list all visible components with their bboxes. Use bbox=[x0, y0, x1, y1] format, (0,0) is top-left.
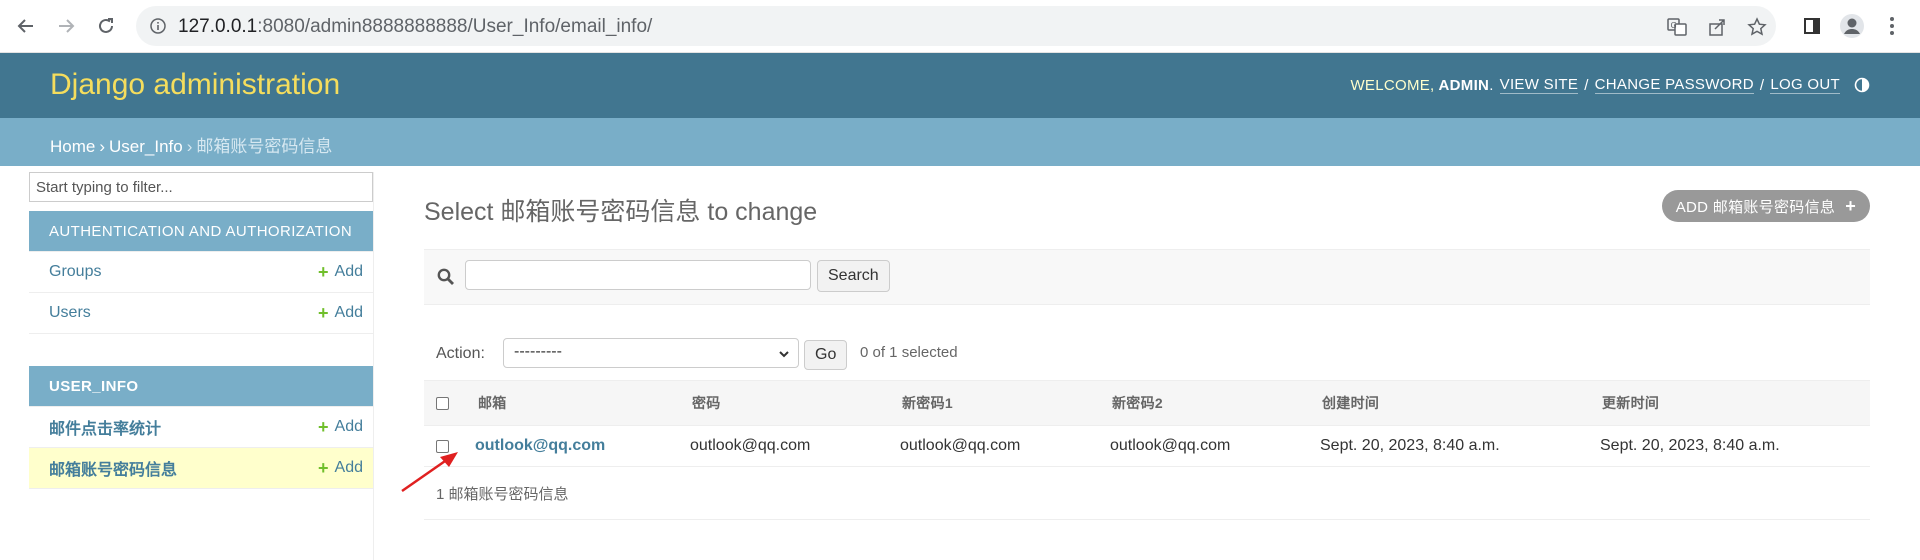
search-icon bbox=[437, 268, 454, 289]
sidebar-item-email-account-info-link[interactable]: 邮箱账号密码信息 bbox=[49, 456, 177, 480]
sidebar-item-email-click-stats: 邮件点击率统计 + Add bbox=[29, 406, 373, 447]
action-select[interactable]: --------- bbox=[503, 338, 799, 368]
paginator: 1 邮箱账号密码信息 bbox=[424, 464, 1870, 520]
column-header-created-time[interactable]: 创建时间 bbox=[1322, 381, 1379, 425]
log-out-link[interactable]: LOG OUT bbox=[1770, 76, 1840, 94]
actions-bar: Action: --------- Go 0 of 1 selected bbox=[424, 336, 1024, 370]
row-created-time: Sept. 20, 2023, 8:40 a.m. bbox=[1320, 437, 1500, 454]
site-info-icon[interactable] bbox=[150, 18, 166, 38]
users-add-link[interactable]: + Add bbox=[318, 304, 363, 322]
add-object-button[interactable]: ADD 邮箱账号密码信息 + bbox=[1661, 190, 1870, 222]
row-password: outlook@qq.com bbox=[690, 437, 811, 454]
side-panel-icon[interactable] bbox=[1798, 12, 1826, 40]
breadcrumb-app[interactable]: User_Info bbox=[109, 137, 183, 156]
email-click-stats-add-link[interactable]: + Add bbox=[318, 418, 363, 436]
site-branding[interactable]: Django administration bbox=[50, 68, 340, 102]
module-user-info: USER_INFO 邮件点击率统计 + Add 邮箱账号密码信息 + Add bbox=[29, 366, 373, 489]
add-label: Add bbox=[334, 418, 363, 435]
plus-icon: + bbox=[318, 458, 329, 478]
sidebar-item-email-click-stats-link[interactable]: 邮件点击率统计 bbox=[49, 415, 161, 439]
module-caption-user-info[interactable]: USER_INFO bbox=[29, 366, 373, 406]
browser-toolbar: 127.0.0.1:8080/admin8888888888/User_Info… bbox=[0, 0, 1920, 53]
sidebar-item-users: Users + Add bbox=[29, 292, 373, 333]
row-new-password-2: outlook@qq.com bbox=[1110, 437, 1231, 454]
nav-sidebar: AUTHENTICATION AND AUTHORIZATION Groups … bbox=[29, 172, 373, 489]
view-site-link[interactable]: VIEW SITE bbox=[1499, 76, 1579, 94]
add-object-label: ADD 邮箱账号密码信息 bbox=[1675, 198, 1836, 216]
breadcrumb: Home › User_Info › 邮箱账号密码信息 bbox=[0, 118, 1920, 166]
profile-avatar-icon[interactable] bbox=[1838, 12, 1866, 40]
sidebar-item-email-account-info: 邮箱账号密码信息 + Add bbox=[29, 447, 373, 488]
table-row: outlook@qq.com outlook@qq.com outlook@qq… bbox=[424, 426, 1870, 467]
module-caption-auth[interactable]: AUTHENTICATION AND AUTHORIZATION bbox=[29, 211, 373, 251]
page-title: Select 邮箱账号密码信息 to change bbox=[424, 198, 818, 226]
add-label: Add bbox=[334, 459, 363, 476]
welcome-text: WELCOME, bbox=[1350, 76, 1435, 94]
svg-text:G: G bbox=[1671, 21, 1677, 30]
back-arrow-icon[interactable] bbox=[12, 12, 40, 40]
admin-header: Django administration WELCOME, ADMIN. VI… bbox=[0, 53, 1920, 118]
chevron-down-icon bbox=[778, 347, 790, 365]
column-header-new-password-1[interactable]: 新密码1 bbox=[902, 381, 953, 425]
user-tools: WELCOME, ADMIN. VIEW SITE / CHANGE PASSW… bbox=[1350, 76, 1870, 94]
breadcrumb-current: 邮箱账号密码信息 bbox=[196, 137, 333, 156]
share-icon[interactable] bbox=[1706, 16, 1728, 38]
plus-icon: + bbox=[1845, 195, 1856, 216]
sidebar-item-groups: Groups + Add bbox=[29, 251, 373, 292]
column-header-updated-time[interactable]: 更新时间 bbox=[1602, 381, 1659, 425]
add-label: Add bbox=[334, 263, 363, 280]
sidebar-divider bbox=[373, 172, 374, 560]
action-selected-value: --------- bbox=[514, 343, 562, 360]
plus-icon: + bbox=[318, 303, 329, 323]
select-all-checkbox[interactable] bbox=[436, 396, 449, 410]
url-text: 127.0.0.1:8080/admin8888888888/User_Info… bbox=[178, 16, 652, 38]
url-path: :8080/admin8888888888/User_Info/email_in… bbox=[257, 16, 653, 37]
selection-counter: 0 of 1 selected bbox=[860, 344, 958, 361]
reload-icon[interactable] bbox=[92, 12, 120, 40]
sidebar-item-groups-link[interactable]: Groups bbox=[49, 263, 101, 281]
module-auth: AUTHENTICATION AND AUTHORIZATION Groups … bbox=[29, 211, 373, 334]
url-host: 127.0.0.1 bbox=[178, 16, 258, 37]
username: ADMIN bbox=[1438, 76, 1490, 94]
theme-toggle-icon[interactable] bbox=[1854, 77, 1870, 93]
address-bar[interactable]: 127.0.0.1:8080/admin8888888888/User_Info… bbox=[136, 6, 1776, 46]
plus-icon: + bbox=[318, 417, 329, 437]
go-button[interactable]: Go bbox=[804, 340, 848, 370]
breadcrumb-home[interactable]: Home bbox=[50, 137, 95, 156]
bookmark-star-icon[interactable] bbox=[1746, 16, 1768, 38]
sidebar-item-users-link[interactable]: Users bbox=[49, 304, 91, 322]
row-email-link[interactable]: outlook@qq.com bbox=[475, 426, 605, 466]
changelist-search-toolbar: Search bbox=[424, 249, 1870, 305]
row-new-password-1: outlook@qq.com bbox=[900, 437, 1021, 454]
annotation-arrow-icon bbox=[401, 452, 458, 493]
column-header-new-password-2[interactable]: 新密码2 bbox=[1112, 381, 1163, 425]
translate-icon[interactable]: G bbox=[1666, 16, 1688, 38]
nav-filter-input[interactable] bbox=[29, 172, 373, 202]
forward-arrow-icon[interactable] bbox=[52, 12, 80, 40]
column-header-email[interactable]: 邮箱 bbox=[478, 381, 507, 425]
row-updated-time: Sept. 20, 2023, 8:40 a.m. bbox=[1600, 437, 1780, 454]
action-label: Action: bbox=[436, 345, 485, 362]
plus-icon: + bbox=[318, 262, 329, 282]
result-list-table: 邮箱 密码 新密码1 新密码2 创建时间 更新时间 outlook@qq.com… bbox=[424, 380, 1870, 467]
change-password-link[interactable]: CHANGE PASSWORD bbox=[1594, 76, 1754, 94]
search-input[interactable] bbox=[465, 260, 811, 290]
table-header-row: 邮箱 密码 新密码1 新密码2 创建时间 更新时间 bbox=[424, 380, 1870, 426]
search-button[interactable]: Search bbox=[817, 260, 890, 292]
column-header-password[interactable]: 密码 bbox=[692, 381, 721, 425]
groups-add-link[interactable]: + Add bbox=[318, 263, 363, 281]
browser-menu-icon[interactable] bbox=[1878, 12, 1906, 40]
email-account-info-add-link[interactable]: + Add bbox=[318, 459, 363, 477]
add-label: Add bbox=[334, 304, 363, 321]
select-all-checkbox-cell bbox=[436, 381, 449, 425]
